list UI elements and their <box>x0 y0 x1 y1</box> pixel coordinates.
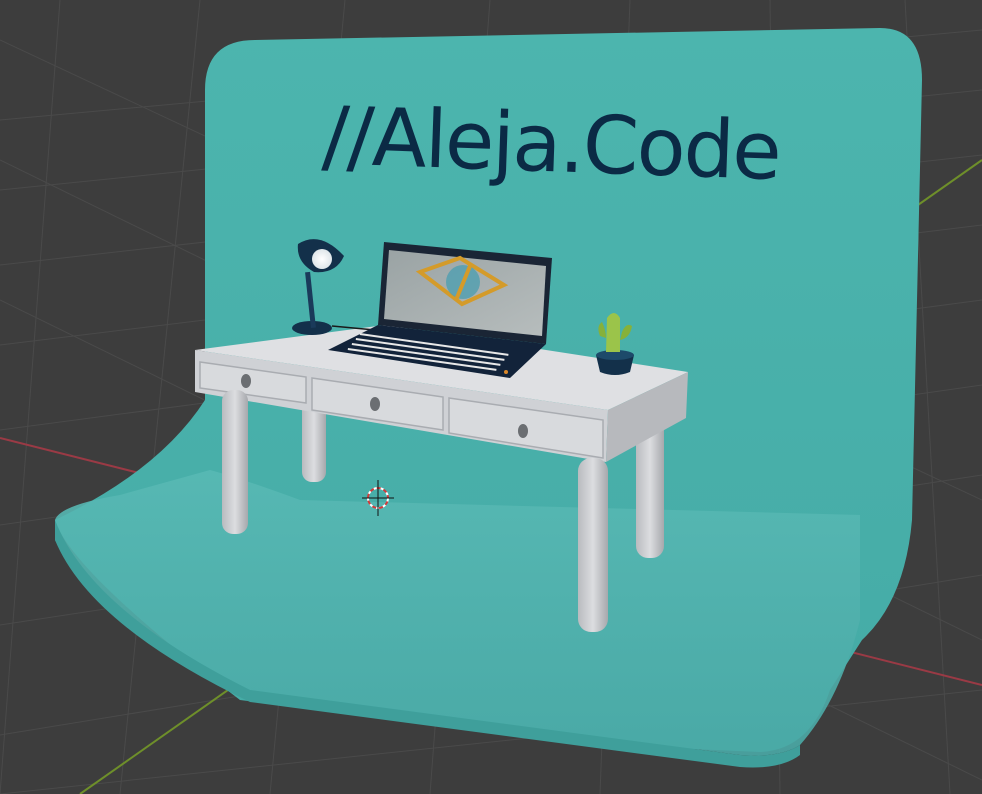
backdrop-logo-text: //Aleja.Code <box>321 89 782 198</box>
3d-viewport[interactable]: //Aleja.Code <box>0 0 982 794</box>
scene-canvas[interactable]: //Aleja.Code <box>0 0 982 794</box>
